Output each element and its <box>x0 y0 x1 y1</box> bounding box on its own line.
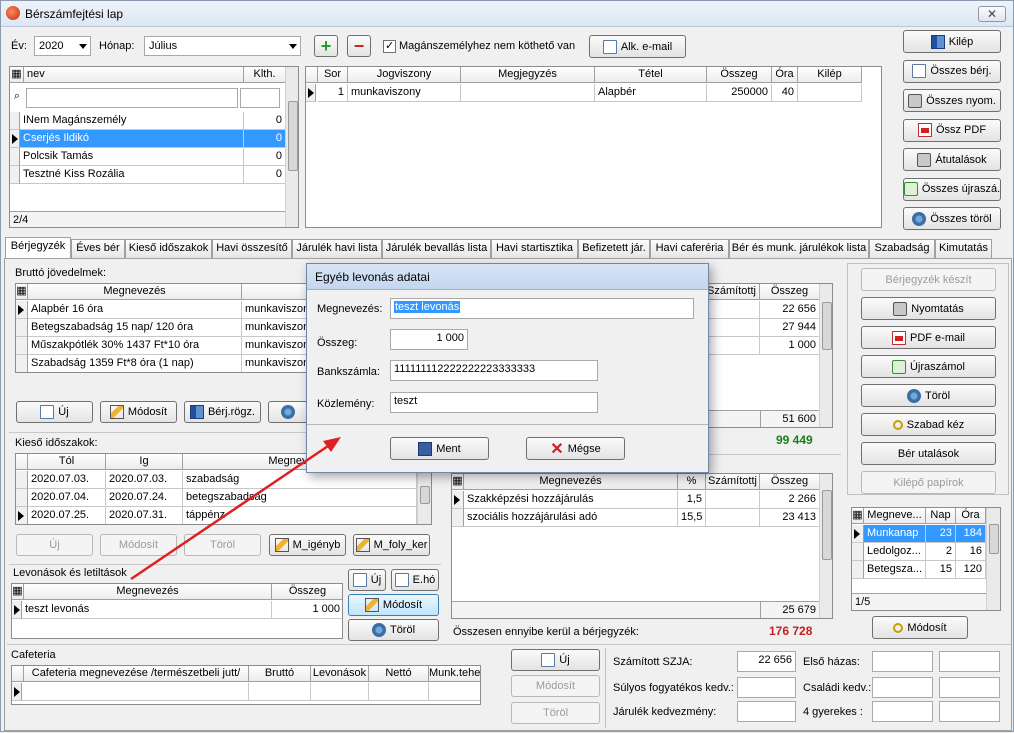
arrow-line <box>130 440 335 581</box>
arrow-head <box>323 437 341 452</box>
annotation-arrow-icon <box>130 437 341 581</box>
main-window: Bérszámfejtési lap ✕ Év: 2020 Hónap: Júl… <box>0 0 1014 732</box>
